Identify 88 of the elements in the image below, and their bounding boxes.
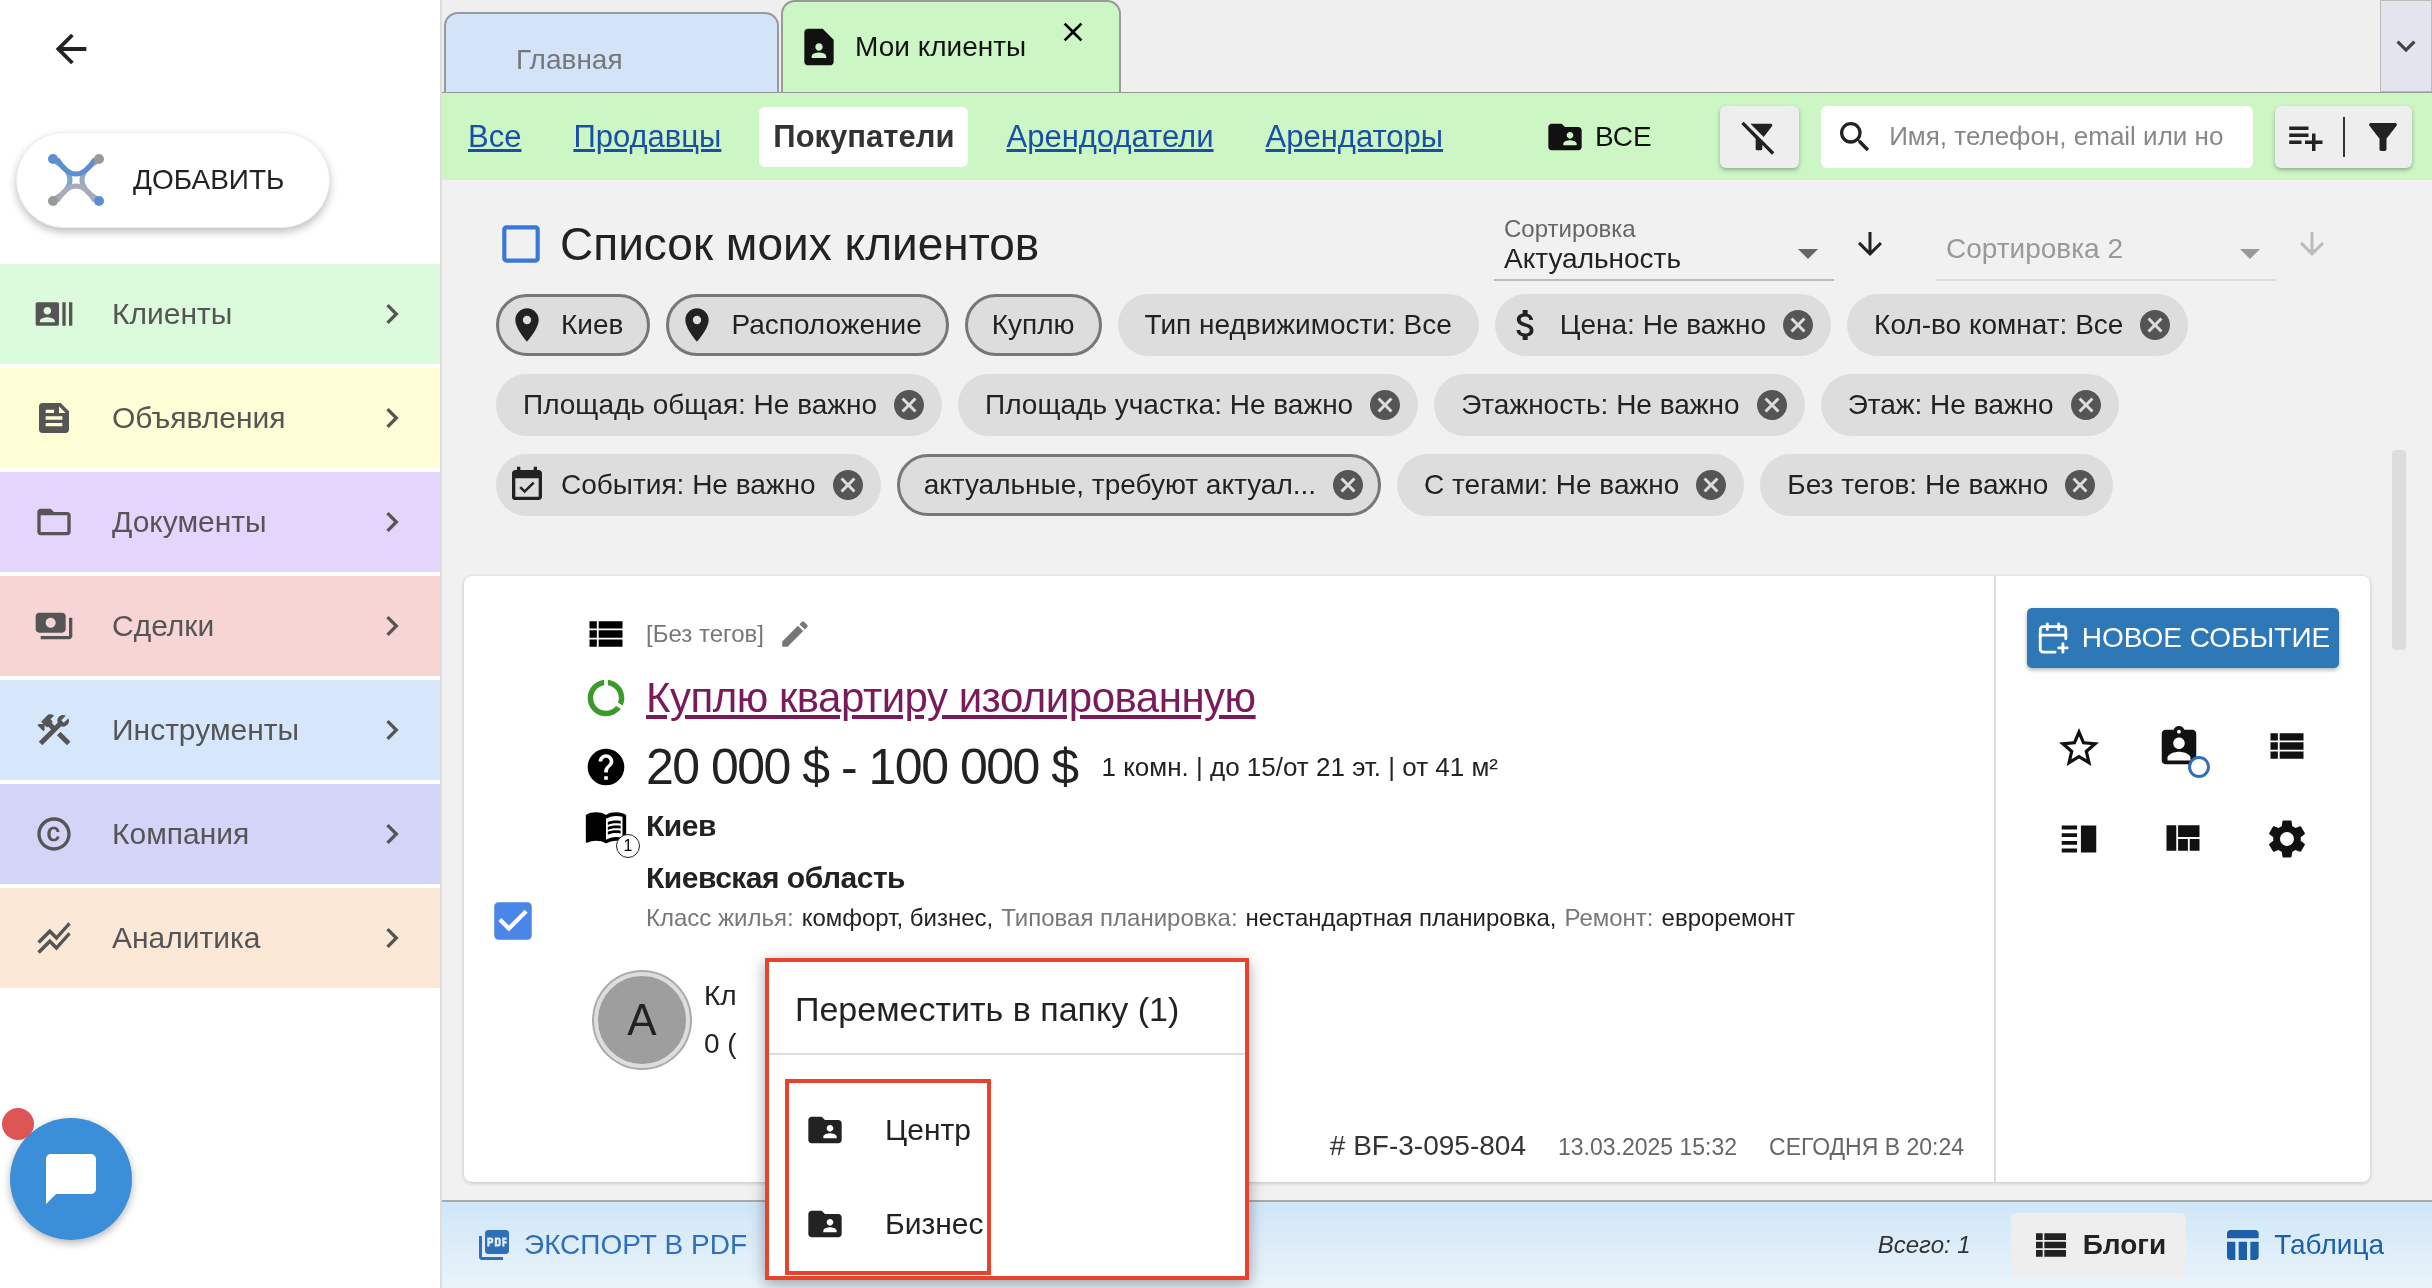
menu-section-icon bbox=[34, 814, 74, 854]
sidebar-item[interactable]: Аналитика bbox=[0, 888, 440, 988]
attribute-value: евроремонт bbox=[1661, 904, 1796, 932]
attribute-value: нестандартная планировка, bbox=[1245, 904, 1557, 932]
filter-tab[interactable]: Арендаторы bbox=[1265, 106, 1444, 167]
client-info: 0 ( bbox=[704, 1028, 737, 1060]
sidebar-item-label: Клиенты bbox=[112, 297, 234, 331]
filter-chip[interactable]: Кол-во комнат: Все bbox=[1847, 294, 2189, 356]
add-button[interactable]: ДОБАВИТЬ bbox=[16, 132, 330, 228]
chip-label: Площадь общая: Не важно bbox=[523, 389, 878, 421]
chip-label: Куплю bbox=[991, 309, 1075, 341]
filter-chip[interactable]: актуальные, требуют актуал... bbox=[896, 454, 1382, 516]
filter-tab[interactable]: Арендодатели bbox=[1006, 106, 1214, 167]
count-badge: 1 bbox=[616, 834, 640, 858]
city-text: Киев bbox=[646, 809, 716, 843]
chip-label: События: Не важно bbox=[561, 469, 816, 501]
updated-date: СЕГОДНЯ В 20:24 bbox=[1769, 1134, 1964, 1161]
sidebar-item-label: Объявления bbox=[112, 401, 287, 435]
sidebar-item[interactable]: Клиенты bbox=[0, 264, 440, 364]
chip-label: Площадь участка: Не важно bbox=[985, 389, 1354, 421]
filter-tab[interactable]: Покупатели bbox=[759, 106, 969, 167]
chip-label: С тегами: Не важно bbox=[1424, 469, 1680, 501]
filter-chip[interactable]: Площадь общая: Не важно bbox=[496, 374, 943, 436]
menu-item[interactable]: Бизнес bbox=[789, 1177, 987, 1271]
sidebar-item-label: Компания bbox=[112, 817, 251, 851]
sidebar-item[interactable]: Сделки bbox=[0, 576, 440, 676]
new-event-button[interactable]: НОВОЕ СОБЫТИЕ bbox=[2027, 608, 2339, 668]
sort-select[interactable]: Сортировка Актуальность bbox=[1494, 207, 1834, 281]
filter-chip[interactable]: Киев bbox=[496, 294, 651, 356]
filter-chip[interactable]: Расположение bbox=[666, 294, 949, 356]
pdf-icon bbox=[476, 1227, 512, 1263]
dropdown-icon bbox=[2240, 249, 2260, 259]
chip-label: Кол-во комнат: Все bbox=[1874, 309, 2124, 341]
sidebar-item-label: Сделки bbox=[112, 609, 216, 643]
sidebar-item[interactable]: Компания bbox=[0, 784, 440, 884]
filter-chip[interactable]: Этаж: Не важно bbox=[1820, 374, 2119, 436]
region-text: Киевская область bbox=[646, 861, 906, 895]
sidebar-item-label: Документы bbox=[112, 505, 268, 539]
attribute-label: Типовая планировка: bbox=[1001, 904, 1238, 932]
menu-item[interactable]: Центр bbox=[789, 1083, 987, 1177]
view-toggle[interactable]: Таблица bbox=[2202, 1213, 2404, 1277]
price-range: 20 000 $ - 100 000 $ bbox=[646, 738, 1078, 796]
chip-label: Киев bbox=[561, 309, 624, 341]
sidebar-item[interactable]: Инструменты bbox=[0, 680, 440, 780]
created-date: 13.03.2025 15:32 bbox=[1557, 1134, 1737, 1161]
client-id: # BF-3-095-804 bbox=[1329, 1130, 1526, 1162]
filter-tab[interactable]: Все bbox=[468, 106, 522, 167]
avatar: A bbox=[594, 972, 690, 1068]
filter-tab[interactable]: Продавцы bbox=[573, 106, 722, 167]
chip-label: актуальные, требуют актуал... bbox=[923, 469, 1317, 501]
chip-label: Расположение bbox=[731, 309, 922, 341]
folder-button[interactable]: ВСЕ bbox=[1539, 115, 1658, 158]
filter-chip[interactable]: Этажность: Не важно bbox=[1434, 374, 1805, 436]
client-name: Кл bbox=[704, 980, 737, 1012]
attribute-value: комфорт, бизнес, bbox=[801, 904, 994, 932]
attribute-label: Класс жилья: bbox=[646, 904, 794, 932]
property-details: 1 комн. | до 15/от 21 эт. | от 41 м² bbox=[1101, 751, 1498, 783]
filter-chip[interactable]: Тип недвижимости: Все bbox=[1117, 294, 1479, 356]
sidebar-item-label: Инструменты bbox=[112, 713, 301, 747]
filter-chip[interactable]: События: Не важно bbox=[496, 454, 881, 516]
total-count: Всего: 1 bbox=[1877, 1231, 1971, 1259]
search-field[interactable]: Имя, телефон, email или но bbox=[1821, 105, 2254, 168]
tab-label: Мои клиенты bbox=[855, 31, 1028, 63]
sidebar-item[interactable]: Объявления bbox=[0, 368, 440, 468]
chip-label: Этаж: Не важно bbox=[1847, 389, 2054, 421]
dropdown-icon bbox=[1798, 249, 1818, 259]
attribute-label: Ремонт: bbox=[1564, 904, 1654, 932]
tab-label: Главная bbox=[516, 43, 624, 76]
filter-chip[interactable]: Куплю bbox=[964, 294, 1102, 356]
sidebar-item[interactable]: Документы bbox=[0, 472, 440, 572]
filter-chip[interactable]: Цена: Не важно bbox=[1494, 294, 1832, 356]
menu-title: Переместить в папку (1) bbox=[794, 989, 1181, 1030]
chip-label: Без тегов: Не важно bbox=[1787, 469, 2049, 501]
tab[interactable]: Мои клиенты bbox=[781, 0, 1121, 92]
sidebar-item-label: Аналитика bbox=[112, 921, 262, 955]
chip-label: Цена: Не важно bbox=[1559, 309, 1767, 341]
filter-chip[interactable]: Площадь участка: Не важно bbox=[958, 374, 1419, 436]
chip-label: Этажность: Не важно bbox=[1461, 389, 1740, 421]
view-toggle[interactable]: Блоги bbox=[2010, 1213, 2187, 1277]
tags-text: [Без тегов] bbox=[646, 620, 764, 648]
list-title: Список моих клиентов bbox=[560, 217, 1041, 271]
filter-chip[interactable]: Без тегов: Не важно bbox=[1760, 454, 2114, 516]
client-title-link[interactable]: Куплю квартиру изолированную bbox=[646, 674, 1256, 722]
chip-label: Тип недвижимости: Все bbox=[1144, 309, 1452, 341]
filter-chip[interactable]: С тегами: Не важно bbox=[1397, 454, 1745, 516]
export-pdf-button[interactable]: ЭКСПОРТ В PDF bbox=[470, 1226, 753, 1264]
chat-button[interactable] bbox=[10, 1118, 132, 1240]
clear-filter-button[interactable] bbox=[1719, 105, 1800, 168]
